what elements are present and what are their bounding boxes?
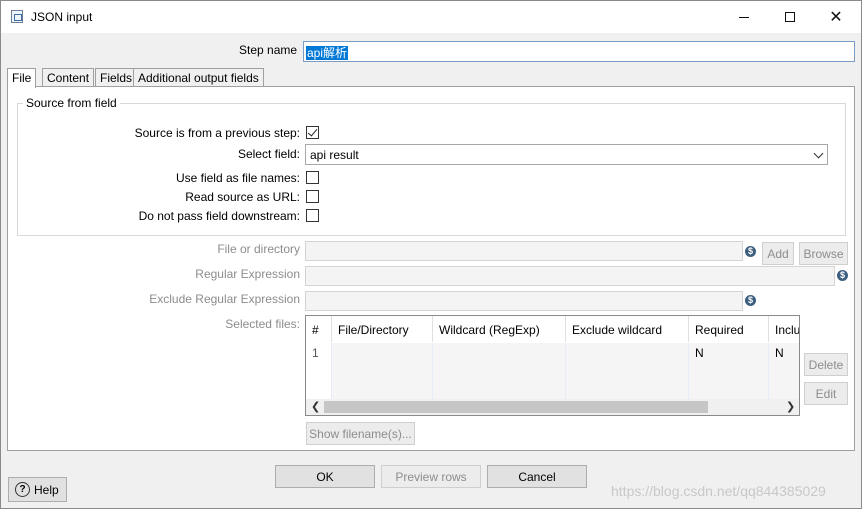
group-title: Source from field xyxy=(23,96,120,110)
minimize-button[interactable] xyxy=(721,1,767,33)
table-cell[interactable] xyxy=(433,343,566,399)
window-title: JSON input xyxy=(31,10,93,24)
scroll-right-icon[interactable]: ❯ xyxy=(786,400,795,413)
close-button[interactable]: ✕ xyxy=(813,1,859,33)
select-field-value: api result xyxy=(310,148,359,162)
watermark: https://blog.csdn.net/qq844385029 xyxy=(611,483,826,499)
maximize-icon xyxy=(785,12,795,22)
variable-icon: $ xyxy=(745,246,756,257)
show-filenames-button[interactable]: Show filename(s)... xyxy=(306,422,415,445)
do-not-pass-field-label: Do not pass field downstream: xyxy=(138,209,300,223)
maximize-button[interactable] xyxy=(767,1,813,33)
variable-icon: $ xyxy=(745,295,756,306)
table-header-wildcard[interactable]: Wildcard (RegExp) xyxy=(433,316,566,342)
edit-button[interactable]: Edit xyxy=(804,382,848,405)
scroll-left-icon[interactable]: ❮ xyxy=(311,400,320,413)
table-header-include[interactable]: Inclu xyxy=(769,316,799,342)
do-not-pass-field-checkbox[interactable] xyxy=(306,209,319,222)
selected-files-table[interactable]: # File/Directory Wildcard (RegExp) Exclu… xyxy=(305,315,800,416)
close-icon: ✕ xyxy=(829,9,843,26)
browse-button[interactable]: Browse xyxy=(799,242,848,265)
json-input-dialog: JSON input ✕ Step name api解析 File Conten… xyxy=(0,0,862,509)
source-from-previous-checkbox[interactable] xyxy=(306,126,319,139)
check-icon xyxy=(307,126,318,137)
step-name-label: Step name xyxy=(239,43,298,57)
cancel-button[interactable]: Cancel xyxy=(487,465,587,488)
tab-fields[interactable]: Fields xyxy=(95,68,138,87)
table-header-file-directory[interactable]: File/Directory xyxy=(332,316,433,342)
add-button[interactable]: Add xyxy=(762,242,794,265)
regular-expression-label: Regular Expression xyxy=(195,267,300,281)
file-or-directory-input[interactable] xyxy=(305,241,743,261)
scrollbar-thumb[interactable] xyxy=(324,401,708,413)
file-or-directory-label: File or directory xyxy=(217,242,300,256)
step-name-input[interactable]: api解析 xyxy=(303,41,855,62)
table-cell-rownum[interactable]: 1 xyxy=(306,343,332,399)
delete-button[interactable]: Delete xyxy=(804,353,848,376)
table-cell[interactable] xyxy=(332,343,433,399)
regular-expression-input[interactable] xyxy=(305,266,835,286)
preview-rows-button[interactable]: Preview rows xyxy=(381,465,481,488)
read-source-as-url-label: Read source as URL: xyxy=(185,190,300,204)
horizontal-scrollbar[interactable]: ❮ ❯ xyxy=(306,399,799,415)
app-icon xyxy=(11,10,23,23)
ok-button[interactable]: OK xyxy=(275,465,375,488)
title-bar: JSON input ✕ xyxy=(1,1,861,33)
table-header-required[interactable]: Required xyxy=(689,316,769,342)
help-icon: ? xyxy=(15,482,30,497)
exclude-regex-input[interactable] xyxy=(305,291,743,311)
select-field-label: Select field: xyxy=(237,147,300,161)
help-label: Help xyxy=(34,482,59,497)
table-header-num[interactable]: # xyxy=(306,316,332,342)
step-name-value: api解析 xyxy=(306,46,349,60)
table-cell-include[interactable]: N xyxy=(769,343,799,399)
exclude-regex-label: Exclude Regular Expression xyxy=(149,292,300,306)
chevron-down-icon xyxy=(813,148,824,159)
use-field-as-filenames-checkbox[interactable] xyxy=(306,171,319,184)
table-cell-required[interactable]: N xyxy=(689,343,769,399)
select-field-dropdown[interactable]: api result xyxy=(305,144,828,165)
tab-file[interactable]: File xyxy=(7,68,37,88)
source-from-previous-label: Source is from a previous step: xyxy=(134,126,300,140)
table-cell[interactable] xyxy=(566,343,689,399)
use-field-as-filenames-label: Use field as file names: xyxy=(175,171,300,185)
tab-additional-output-fields[interactable]: Additional output fields xyxy=(133,68,264,87)
help-button[interactable]: ? Help xyxy=(8,477,67,502)
minimize-icon xyxy=(739,16,749,18)
table-header-exclude-wildcard[interactable]: Exclude wildcard xyxy=(566,316,689,342)
tab-content[interactable]: Content xyxy=(42,68,95,87)
read-source-as-url-checkbox[interactable] xyxy=(306,190,319,203)
selected-files-label: Selected files: xyxy=(225,317,300,331)
variable-icon: $ xyxy=(837,270,848,281)
